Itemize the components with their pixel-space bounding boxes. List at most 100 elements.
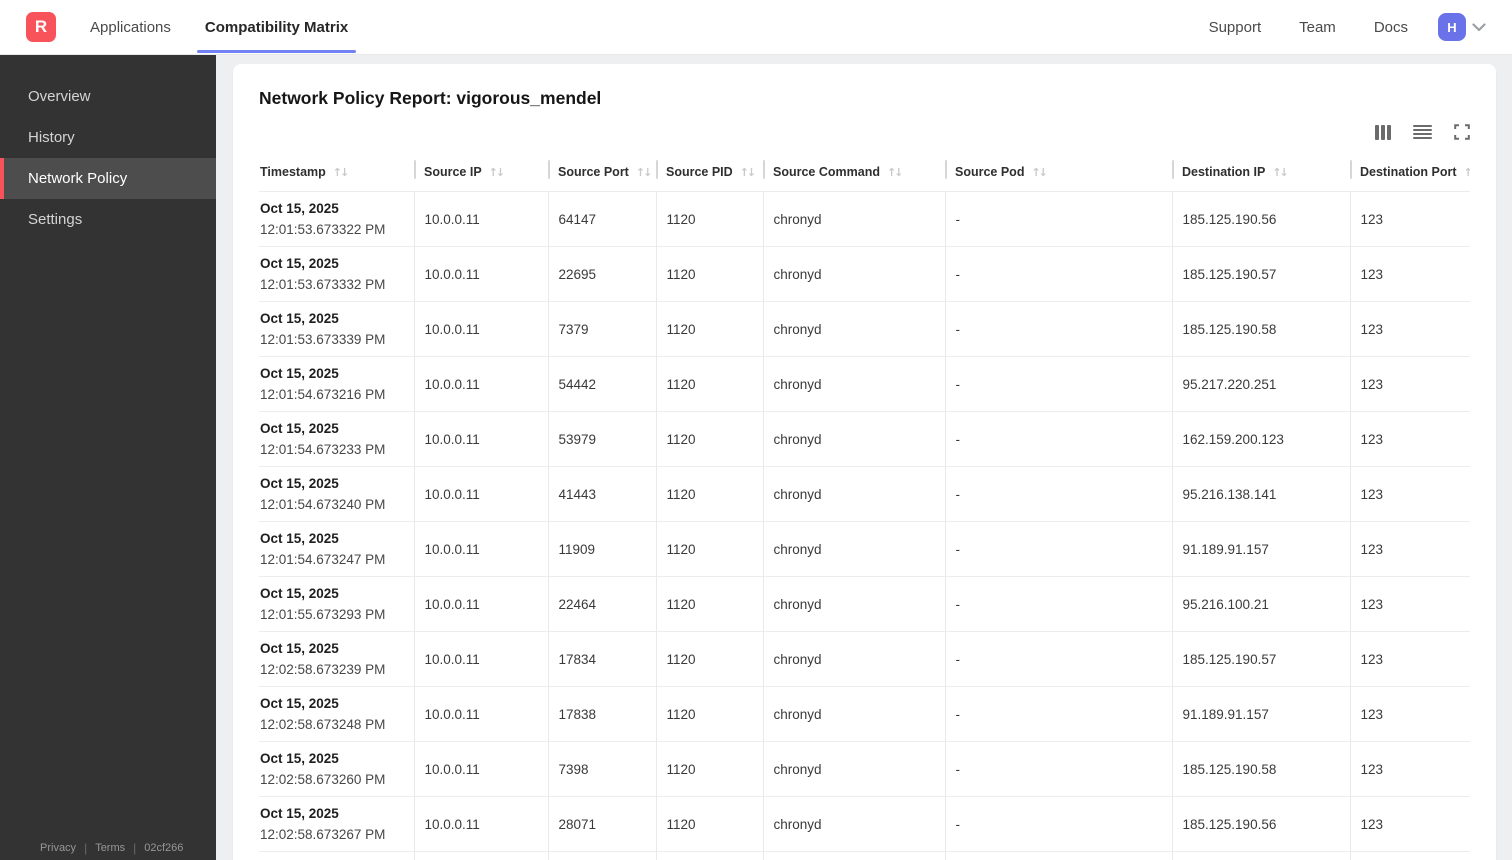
table-row[interactable]: Oct 15, 2025 12:01:54.673247 PM 10.0.0.1… bbox=[259, 521, 1470, 577]
column-header-timestamp[interactable]: Timestamp ↑↓ bbox=[259, 159, 414, 192]
cell-source-pid: 1120 bbox=[655, 466, 763, 522]
column-header-source-pod[interactable]: Source Pod ↑↓ bbox=[945, 159, 1172, 192]
table-row[interactable]: Oct 15, 2025 12:01:53.673322 PM 10.0.0.1… bbox=[259, 191, 1470, 247]
table-row[interactable]: Oct 15, 2025 12:01:54.673233 PM 10.0.0.1… bbox=[259, 411, 1470, 467]
table-row[interactable]: Oct 15, 2025 bbox=[259, 851, 1470, 860]
sort-icon[interactable]: ↑↓ bbox=[887, 166, 904, 179]
cell-timestamp: Oct 15, 2025 12:02:58.673267 PM bbox=[259, 796, 414, 852]
column-header-source-command[interactable]: Source Command ↑↓ bbox=[763, 159, 945, 192]
table-row[interactable]: Oct 15, 2025 12:01:53.673339 PM 10.0.0.1… bbox=[259, 301, 1470, 357]
cell-source-pid: 1120 bbox=[655, 191, 763, 247]
column-header-source-port[interactable]: Source Port ↑↓ bbox=[548, 159, 656, 192]
cell-destination-port: 123 bbox=[1349, 191, 1470, 247]
table-row[interactable]: Oct 15, 2025 12:02:58.673260 PM 10.0.0.1… bbox=[259, 741, 1470, 797]
user-avatar[interactable]: H bbox=[1438, 13, 1466, 41]
sort-icon[interactable]: ↑↓ bbox=[1031, 166, 1048, 179]
cell-source-pid: 1120 bbox=[655, 741, 763, 797]
top-navbar: R Applications Compatibility Matrix Supp… bbox=[0, 0, 1512, 54]
cell-source-command: chronyd bbox=[762, 741, 945, 797]
chevron-down-icon[interactable] bbox=[1472, 22, 1486, 32]
footer-separator: | bbox=[133, 841, 137, 855]
cell-destination-ip: 185.125.190.57 bbox=[1171, 631, 1350, 687]
cell-source-command: chronyd bbox=[762, 466, 945, 522]
cell-source-ip: 10.0.0.11 bbox=[413, 301, 548, 357]
cell-source-port: 28071 bbox=[547, 796, 656, 852]
tab-compatibility-matrix[interactable]: Compatibility Matrix bbox=[196, 0, 357, 54]
cell-source-port: 41443 bbox=[547, 466, 656, 522]
cell-source-command: chronyd bbox=[762, 796, 945, 852]
table-row[interactable]: Oct 15, 2025 12:02:58.673267 PM 10.0.0.1… bbox=[259, 796, 1470, 852]
column-header-source-pid[interactable]: Source PID ↑↓ bbox=[656, 159, 763, 192]
nav-link-support[interactable]: Support bbox=[1209, 19, 1262, 36]
cell-source-pod: - bbox=[944, 686, 1172, 742]
navbar-right: Support Team Docs H bbox=[1171, 13, 1486, 41]
cell-source-ip bbox=[413, 851, 548, 860]
cell-source-pod bbox=[944, 851, 1172, 860]
cell-source-pid: 1120 bbox=[655, 411, 763, 467]
cell-source-pid bbox=[655, 851, 763, 860]
cell-source-command: chronyd bbox=[762, 686, 945, 742]
app-logo[interactable]: R bbox=[26, 12, 56, 42]
terms-link[interactable]: Terms bbox=[95, 842, 125, 854]
tab-applications[interactable]: Applications bbox=[82, 0, 179, 54]
nav-link-docs[interactable]: Docs bbox=[1374, 19, 1408, 36]
cell-destination-port: 123 bbox=[1349, 741, 1470, 797]
table-row[interactable]: Oct 15, 2025 12:01:54.673240 PM 10.0.0.1… bbox=[259, 466, 1470, 522]
sort-icon[interactable]: ↑↓ bbox=[1464, 166, 1470, 179]
column-header-destination-ip[interactable]: Destination IP ↑↓ bbox=[1172, 159, 1350, 192]
table-row[interactable]: Oct 15, 2025 12:01:54.673216 PM 10.0.0.1… bbox=[259, 356, 1470, 412]
rows-icon[interactable] bbox=[1413, 124, 1432, 140]
cell-source-port: 7398 bbox=[547, 741, 656, 797]
cell-source-command: chronyd bbox=[762, 521, 945, 577]
cell-destination-ip bbox=[1171, 851, 1350, 860]
cell-destination-ip: 162.159.200.123 bbox=[1171, 411, 1350, 467]
cell-source-ip: 10.0.0.11 bbox=[413, 686, 548, 742]
cell-destination-port: 123 bbox=[1349, 301, 1470, 357]
table-row[interactable]: Oct 15, 2025 12:01:53.673332 PM 10.0.0.1… bbox=[259, 246, 1470, 302]
build-version: 02cf266 bbox=[144, 842, 184, 854]
cell-timestamp: Oct 15, 2025 12:01:54.673233 PM bbox=[259, 411, 414, 467]
sort-icon[interactable]: ↑↓ bbox=[636, 166, 653, 179]
table-row[interactable]: Oct 15, 2025 12:02:58.673248 PM 10.0.0.1… bbox=[259, 686, 1470, 742]
sidebar-item-overview[interactable]: Overview bbox=[0, 76, 216, 117]
cell-destination-ip: 185.125.190.58 bbox=[1171, 741, 1350, 797]
sidebar-item-history[interactable]: History bbox=[0, 117, 216, 158]
cell-timestamp: Oct 15, 2025 12:01:53.673322 PM bbox=[259, 191, 414, 247]
cell-source-port: 22695 bbox=[547, 246, 656, 302]
cell-source-command: chronyd bbox=[762, 301, 945, 357]
privacy-link[interactable]: Privacy bbox=[40, 842, 76, 854]
cell-source-port: 64147 bbox=[547, 191, 656, 247]
network-policy-table: Timestamp ↑↓ Source IP ↑↓ Source Port ↑↓ So… bbox=[259, 159, 1470, 860]
nav-tabs: Applications Compatibility Matrix bbox=[82, 0, 374, 54]
cell-destination-ip: 185.125.190.57 bbox=[1171, 246, 1350, 302]
table-row[interactable]: Oct 15, 2025 12:02:58.673239 PM 10.0.0.1… bbox=[259, 631, 1470, 687]
cell-destination-port: 123 bbox=[1349, 246, 1470, 302]
cell-destination-ip: 95.217.220.251 bbox=[1171, 356, 1350, 412]
sort-icon[interactable]: ↑↓ bbox=[489, 166, 506, 179]
cell-source-ip: 10.0.0.11 bbox=[413, 191, 548, 247]
cell-source-pid: 1120 bbox=[655, 631, 763, 687]
fullscreen-icon[interactable] bbox=[1454, 124, 1470, 140]
cell-source-port: 7379 bbox=[547, 301, 656, 357]
cell-source-port: 22464 bbox=[547, 576, 656, 632]
columns-icon[interactable] bbox=[1375, 124, 1391, 140]
app-logo-letter: R bbox=[34, 17, 48, 36]
column-header-source-ip[interactable]: Source IP ↑↓ bbox=[414, 159, 548, 192]
cell-source-ip: 10.0.0.11 bbox=[413, 356, 548, 412]
cell-destination-port: 123 bbox=[1349, 631, 1470, 687]
cell-source-ip: 10.0.0.11 bbox=[413, 796, 548, 852]
column-header-destination-port[interactable]: Destination Port↑↓ bbox=[1350, 159, 1470, 192]
sort-icon[interactable]: ↑↓ bbox=[1272, 166, 1289, 179]
cell-source-pid: 1120 bbox=[655, 521, 763, 577]
sort-icon[interactable]: ↑↓ bbox=[740, 166, 757, 179]
sidebar-item-network-policy[interactable]: Network Policy bbox=[0, 158, 216, 199]
sidebar: Overview History Network Policy Settings… bbox=[0, 54, 216, 860]
cell-timestamp: Oct 15, 2025 12:01:53.673332 PM bbox=[259, 246, 414, 302]
cell-timestamp: Oct 15, 2025 12:01:53.673339 PM bbox=[259, 301, 414, 357]
sidebar-item-settings[interactable]: Settings bbox=[0, 199, 216, 240]
cell-source-pod: - bbox=[944, 301, 1172, 357]
table-row[interactable]: Oct 15, 2025 12:01:55.673293 PM 10.0.0.1… bbox=[259, 576, 1470, 632]
sort-icon[interactable]: ↑↓ bbox=[333, 166, 350, 179]
nav-link-team[interactable]: Team bbox=[1299, 19, 1336, 36]
table-header-row: Timestamp ↑↓ Source IP ↑↓ Source Port ↑↓ So… bbox=[259, 159, 1470, 192]
